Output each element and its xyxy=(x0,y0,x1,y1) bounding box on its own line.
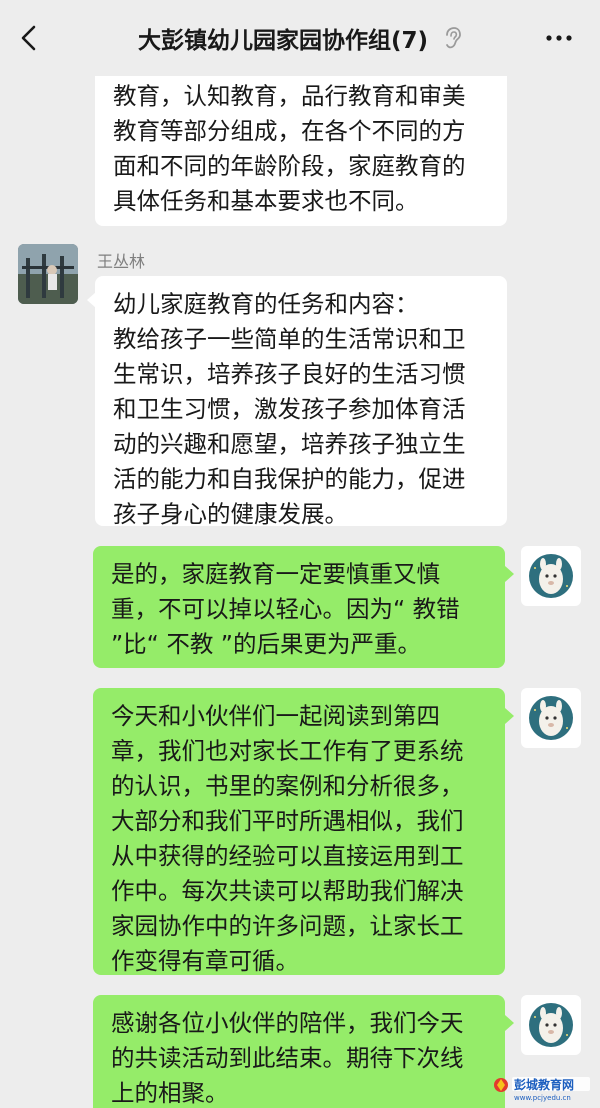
watermark-logo: 彭城教育网 www.pcjyedu.cn xyxy=(492,1072,592,1102)
message-bubble[interactable]: 今天和小伙伴们一起阅读到第四 章，我们也对家长工作有了更系统 的认识，书里的案例… xyxy=(93,688,505,975)
alpaca-avatar-icon xyxy=(521,546,581,606)
ear-icon xyxy=(446,27,461,49)
avatar[interactable] xyxy=(521,688,581,748)
chat-title-area: 大彭镇幼儿园家园协作组(7) xyxy=(100,20,500,56)
alpaca-avatar-icon xyxy=(521,688,581,748)
chevron-left-icon xyxy=(21,25,36,51)
avatar-photo-icon xyxy=(18,244,78,304)
message-bubble[interactable]: 幼儿家庭教育的任务和内容： 教给孩子一些简单的生活常识和卫 生常识，培养孩子良好… xyxy=(95,276,507,528)
more-button[interactable] xyxy=(544,26,574,50)
more-dots-icon xyxy=(546,35,572,41)
sender-name: 王丛林 xyxy=(97,252,146,271)
page-title: 大彭镇幼儿园家园协作组(7) xyxy=(137,28,429,54)
bubble-tail xyxy=(505,1015,514,1031)
chat-header: 大彭镇幼儿园家园协作组(7) xyxy=(0,0,600,76)
avatar[interactable] xyxy=(521,995,581,1055)
alpaca-avatar-icon xyxy=(521,995,581,1055)
back-button[interactable] xyxy=(14,22,46,54)
message-bubble[interactable]: 是的，家庭教育一定要慎重又慎 重，不可以掉以轻心。因为“ 教错 ”比“ 不教 ”… xyxy=(93,546,505,668)
avatar[interactable] xyxy=(18,244,78,304)
svg-text:www.pcjyedu.cn: www.pcjyedu.cn xyxy=(514,1094,571,1102)
message-bubble[interactable]: 感谢各位小伙伴的陪伴，我们今天 的共读活动到此结束。期待下次线 上的相聚。 xyxy=(93,995,505,1108)
site-logo-icon: 彭城教育网 www.pcjyedu.cn xyxy=(494,1077,590,1102)
bubble-tail xyxy=(505,566,514,582)
svg-text:彭城教育网: 彭城教育网 xyxy=(514,1077,574,1092)
chat-screen: 家庭教育的任务和内容主要由健康 教育，认知教育，品行教育和审美 教育等部分组成，… xyxy=(0,0,600,1108)
message-list[interactable]: 家庭教育的任务和内容主要由健康 教育，认知教育，品行教育和审美 教育等部分组成，… xyxy=(0,0,600,1108)
avatar[interactable] xyxy=(521,546,581,606)
bubble-tail xyxy=(505,708,514,724)
